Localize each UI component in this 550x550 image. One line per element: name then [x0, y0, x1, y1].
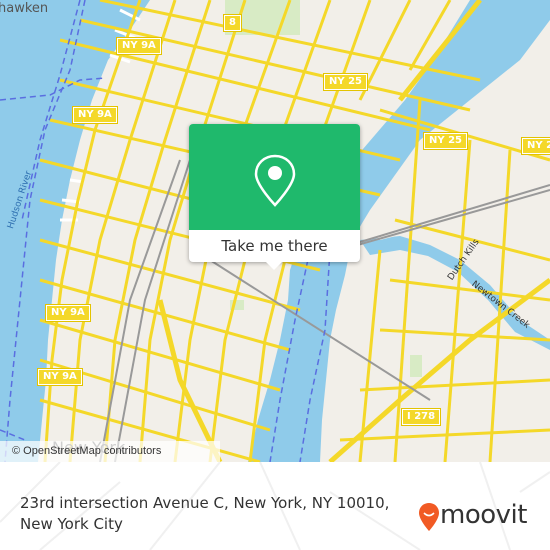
highway-shield-ny9a: NY 9A [72, 106, 118, 124]
address-text: 23rd intersection Avenue C, New York, NY… [20, 494, 390, 533]
highway-shield-ny9a: NY 9A [45, 304, 91, 322]
park [410, 355, 422, 377]
moovit-logo-text: moovit [440, 500, 527, 530]
highway-shield-ny9a: NY 9A [37, 368, 83, 386]
destination-popup: Take me there [189, 124, 360, 270]
popup-header [189, 124, 360, 230]
take-me-there-button[interactable]: Take me there [189, 230, 360, 262]
highway-shield-ny25: NY 25 [520, 137, 550, 155]
location-pin-icon [254, 154, 296, 207]
highway-shield-ny25: NY 25 [422, 132, 469, 150]
map-attribution[interactable]: © OpenStreetMap contributors [0, 441, 220, 462]
moovit-smile-pin-icon [419, 503, 439, 531]
highway-shield-ny25: NY 25 [322, 73, 369, 91]
place-label-weehawken: hawken [0, 1, 49, 16]
map-view[interactable]: NY 9A NY 9A NY 9A NY 9A NY 25 NY 25 NY 2… [0, 0, 550, 462]
popup-pointer [265, 261, 283, 270]
footer: 23rd intersection Avenue C, New York, NY… [0, 462, 550, 550]
highway-shield-i278: I 278 [400, 408, 442, 426]
highway-shield-ny9a: NY 9A [116, 37, 162, 55]
moovit-logo[interactable]: moovit [418, 500, 538, 542]
route-shield-8: 8 [223, 14, 242, 32]
